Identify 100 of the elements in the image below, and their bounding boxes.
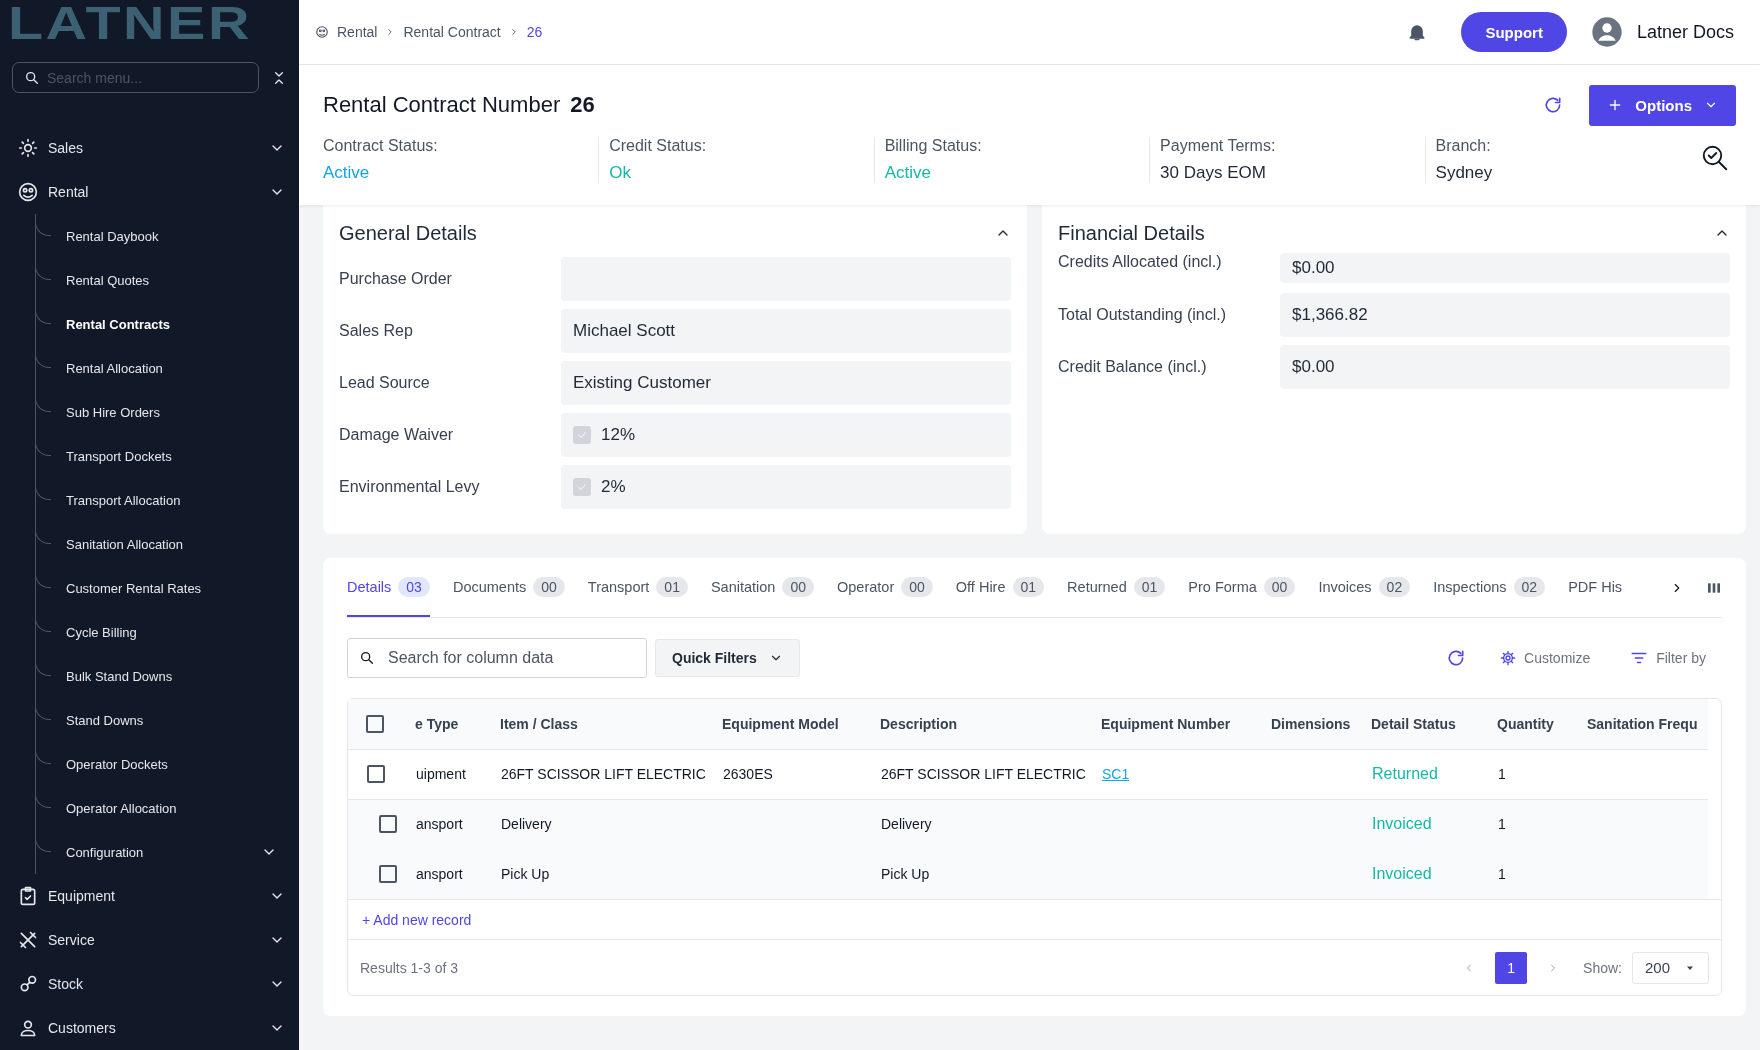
- sidebar-subitem[interactable]: Bulk Stand Downs: [66, 668, 285, 684]
- sidebar-item[interactable]: Rental: [18, 170, 285, 214]
- input-field[interactable]: Existing Customer: [561, 361, 1011, 405]
- input-field[interactable]: $0.00: [1280, 253, 1730, 283]
- refresh-icon[interactable]: [1446, 648, 1467, 668]
- person-icon: [18, 1018, 38, 1038]
- sidebar-subitem[interactable]: Rental Contracts: [66, 316, 285, 332]
- sidebar-item[interactable]: Service: [18, 918, 285, 962]
- input-field[interactable]: 12%: [561, 413, 1011, 457]
- sidebar-subitem[interactable]: Sub Hire Orders: [66, 404, 285, 420]
- field-label: Purchase Order: [339, 270, 453, 288]
- sun-icon: [18, 138, 38, 158]
- tab[interactable]: Off Hire 01: [955, 558, 1045, 617]
- checkbox[interactable]: [573, 426, 591, 444]
- table-cell: ansport: [416, 816, 463, 833]
- sidebar-subitem[interactable]: Sanitation Allocation: [66, 536, 285, 552]
- quick-filters-button[interactable]: Quick Filters: [655, 639, 800, 677]
- face-icon: [18, 182, 38, 202]
- status-label: Payment Terms:: [1160, 137, 1277, 155]
- search-icon: [359, 650, 375, 666]
- tab[interactable]: Documents 00: [452, 558, 565, 617]
- column-header[interactable]: e Type: [415, 715, 459, 732]
- field-label: Lead Source: [339, 374, 431, 392]
- page-title: Rental Contract Number: [323, 92, 561, 118]
- tab[interactable]: Pro Forma 00: [1188, 558, 1296, 617]
- tab[interactable]: Details 03: [347, 558, 430, 617]
- column-header[interactable]: Description: [880, 715, 957, 732]
- tab[interactable]: Inspections 02: [1433, 558, 1546, 617]
- page-size-select[interactable]: 200: [1631, 951, 1709, 984]
- sidebar-item[interactable]: Customers: [18, 1006, 285, 1050]
- inspect-icon[interactable]: [1700, 143, 1730, 173]
- input-field[interactable]: Michael Scott: [561, 309, 1011, 353]
- input-field[interactable]: 2%: [561, 465, 1011, 509]
- tab[interactable]: Returned 01: [1067, 558, 1166, 617]
- input-field[interactable]: $1,366.82: [1280, 293, 1730, 337]
- tab[interactable]: Invoices 02: [1318, 558, 1411, 617]
- sidebar-item[interactable]: Sales: [18, 126, 285, 170]
- clipboard-check-icon: [18, 886, 38, 906]
- tab[interactable]: Operator 00: [837, 558, 933, 617]
- field-label: Total Outstanding (incl.): [1058, 306, 1228, 324]
- search-icon: [24, 69, 40, 86]
- filter-button[interactable]: Filter by: [1624, 648, 1712, 668]
- page-button[interactable]: 1: [1495, 951, 1528, 984]
- gear-icon: [1500, 650, 1517, 666]
- options-button[interactable]: Options: [1589, 84, 1736, 126]
- show-label: Show:: [1583, 959, 1622, 976]
- sidebar-subitem[interactable]: Operator Allocation: [66, 800, 285, 816]
- tab[interactable]: PDF His: [1568, 558, 1623, 617]
- add-record-link[interactable]: + Add new record: [362, 911, 472, 928]
- sidebar-subitem[interactable]: Transport Allocation: [66, 492, 285, 508]
- results-text: Results 1-3 of 3: [360, 959, 460, 976]
- card-title: General Details: [339, 221, 478, 245]
- column-header[interactable]: Item / Class: [500, 715, 578, 732]
- user-name[interactable]: Latner Docs: [1636, 21, 1734, 43]
- checkbox[interactable]: [379, 815, 397, 834]
- sidebar-subitem[interactable]: Rental Daybook: [66, 228, 285, 244]
- table-cell: 26FT SCISSOR LIFT ELECTRIC: [881, 766, 1086, 782]
- breadcrumb-link[interactable]: Rental: [337, 24, 378, 40]
- table-cell: Delivery: [881, 816, 932, 833]
- checkbox[interactable]: [379, 865, 397, 883]
- table-cell: 1: [1498, 816, 1506, 833]
- field-label: Sales Rep: [339, 322, 414, 340]
- table-cell: 26FT SCISSOR LIFT ELECTRIC: [501, 766, 706, 782]
- face-icon: [315, 25, 329, 39]
- sidebar-subitem[interactable]: Stand Downs: [66, 712, 285, 728]
- status-label: Credit Status:: [609, 137, 708, 155]
- sidebar-subitem[interactable]: Rental Allocation: [66, 360, 285, 376]
- avatar-icon[interactable]: [1590, 16, 1623, 48]
- input-field[interactable]: $0.00: [1280, 345, 1730, 389]
- sidebar-item[interactable]: Stock: [18, 962, 285, 1006]
- checkbox[interactable]: [367, 765, 385, 783]
- refresh-icon[interactable]: [1543, 95, 1564, 115]
- table-cell: ansport: [416, 866, 463, 882]
- status-label: Contract Status:: [323, 137, 439, 155]
- sidebar-subitem[interactable]: Operator Dockets: [66, 756, 285, 772]
- status-label: Branch:: [1435, 137, 1492, 155]
- breadcrumb-link[interactable]: 26: [526, 24, 543, 40]
- checkbox[interactable]: [366, 714, 384, 733]
- checkbox[interactable]: [573, 478, 591, 496]
- sidebar-subitem[interactable]: Rental Quotes: [66, 272, 285, 288]
- field-label: Credits Allocated (incl.): [1058, 253, 1223, 271]
- sidebar-subitem[interactable]: Customer Rental Rates: [66, 580, 285, 596]
- support-button[interactable]: Support: [1461, 12, 1567, 52]
- table-cell: Delivery: [501, 816, 552, 833]
- customize-button[interactable]: Customize: [1494, 649, 1597, 667]
- search-field[interactable]: Search menu...: [12, 62, 259, 93]
- logo: LATNER: [8, 0, 252, 46]
- card-title: Financial Details: [1058, 221, 1206, 245]
- tab[interactable]: Sanitation 00: [710, 558, 814, 617]
- tools-icon: [18, 930, 38, 950]
- sidebar-subitem[interactable]: Cycle Billing: [66, 624, 285, 640]
- sidebar-subitem[interactable]: Transport Dockets: [66, 448, 285, 464]
- table-cell: 2630ES: [723, 766, 773, 782]
- breadcrumb-link[interactable]: Rental Contract: [403, 24, 501, 40]
- check-icon: [576, 481, 588, 493]
- sidebar-subitem[interactable]: Configuration: [66, 844, 285, 860]
- check-icon: [576, 429, 588, 441]
- tab[interactable]: Transport 01: [587, 558, 688, 617]
- contract-number: 26: [570, 92, 595, 118]
- sidebar-item[interactable]: Equipment: [18, 874, 285, 918]
